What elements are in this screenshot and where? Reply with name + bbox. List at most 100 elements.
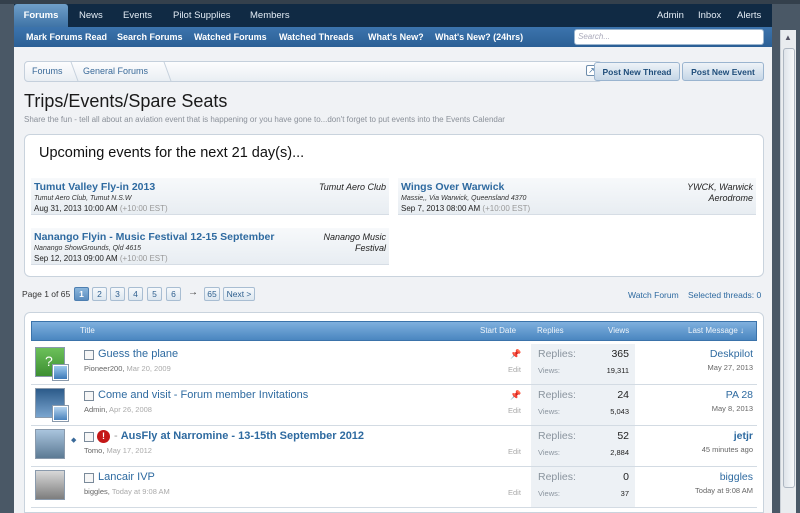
col-last-message[interactable]: Last Message ↓ (688, 322, 744, 340)
thread-title[interactable]: Guess the plane (98, 348, 178, 360)
thread-meta: Pioneer200, Mar 20, 2009 (84, 364, 171, 373)
last-message-user[interactable]: biggles (695, 471, 753, 483)
thread-list: Title Start Date Replies Views Last Mess… (24, 312, 764, 513)
watched-threads-link[interactable]: Watched Threads (279, 27, 354, 47)
page-scrollbar[interactable]: ▲ (780, 30, 796, 513)
page-3-link[interactable]: 3 (110, 287, 125, 301)
watch-forum-link[interactable]: Watch Forum (628, 290, 679, 300)
upcoming-events-panel: Upcoming events for the next 21 day(s)..… (24, 134, 764, 277)
event-location: Tumut Aero Club, Tumut N.S.W (34, 195, 132, 202)
thread-meta: Tomo, May 17, 2012 (84, 446, 152, 455)
thread-stats: Replies: 52 Views: 2,884 (531, 426, 635, 466)
search-forums-link[interactable]: Search Forums (117, 27, 183, 47)
table-row[interactable]: Come and visit - Forum member Invitation… (31, 385, 757, 426)
thread-stats: Replies: 365 Views: 19,311 (531, 344, 635, 384)
edit-link[interactable]: Edit (508, 365, 521, 374)
pagination-skip-arrow: → (188, 287, 198, 298)
last-message-time[interactable]: Today at 9:08 AM (695, 486, 753, 495)
thread-title[interactable]: Lancair IVP (98, 471, 155, 483)
table-row[interactable]: ? Guess the plane Pioneer200, Mar 20, 20… (31, 344, 757, 385)
edit-link[interactable]: Edit (508, 406, 521, 415)
event-organizer: Tumut Aero Club (318, 182, 386, 192)
breadcrumb: Forums General Forums ↗ (24, 61, 602, 82)
page-65-link[interactable]: 65 (204, 287, 220, 301)
event-item[interactable]: Nanango Flyin - Music Festival 12-15 Sep… (31, 228, 389, 265)
page-6-link[interactable]: 6 (166, 287, 181, 301)
page-4-link[interactable]: 4 (128, 287, 143, 301)
breadcrumb-general-forums[interactable]: General Forums (83, 62, 148, 81)
event-item[interactable]: Tumut Valley Fly-in 2013 Tumut Aero Club… (31, 178, 389, 215)
event-date: Aug 31, 2013 10:00 AM (+10:00 EST) (34, 204, 168, 213)
event-date: Sep 7, 2013 08:00 AM (+10:00 EST) (401, 204, 531, 213)
thread-title[interactable]: - AusFly at Narromine - 13-15th Septembe… (114, 430, 364, 442)
thread-checkbox[interactable] (84, 473, 94, 483)
thread-stats: Replies: 0 Views: 37 (531, 467, 635, 507)
event-title[interactable]: Nanango Flyin - Music Festival 12-15 Sep… (34, 231, 274, 243)
nav-inbox[interactable]: Inbox (689, 4, 730, 27)
breadcrumb-separator (61, 62, 79, 81)
post-new-thread-button[interactable]: Post New Thread (594, 62, 680, 81)
event-date: Sep 12, 2013 09:00 AM (+10:00 EST) (34, 254, 168, 263)
edit-link[interactable]: Edit (508, 488, 521, 497)
tab-members[interactable]: Members (241, 4, 299, 27)
secondary-nav: Mark Forums Read Search Forums Watched F… (14, 27, 772, 47)
last-message-time[interactable]: May 27, 2013 (708, 363, 753, 372)
col-start-date[interactable]: Start Date (480, 322, 516, 340)
unread-indicator-icon[interactable]: ◆ (71, 436, 76, 444)
avatar-mini[interactable] (53, 365, 68, 380)
tab-news[interactable]: News (70, 4, 112, 27)
page-title: Trips/Events/Spare Seats (24, 91, 228, 111)
event-location: Massie,, Via Warwick, Queensland 4370 (401, 195, 527, 202)
page-1-link[interactable]: 1 (74, 287, 89, 301)
avatar-mini[interactable] (53, 406, 68, 421)
thread-checkbox[interactable] (84, 391, 94, 401)
last-message-user[interactable]: Deskpilot (708, 348, 753, 360)
breadcrumb-forums[interactable]: Forums (32, 62, 63, 81)
nav-admin[interactable]: Admin (648, 4, 693, 27)
pin-icon: 📌 (510, 390, 522, 400)
selected-threads-link[interactable]: Selected threads: 0 (688, 290, 761, 300)
search-input[interactable]: Search... (574, 29, 764, 45)
next-page-button[interactable]: Next > (223, 287, 255, 301)
page-5-link[interactable]: 5 (147, 287, 162, 301)
whats-new-link[interactable]: What's New? (368, 27, 424, 47)
col-views[interactable]: Views (608, 322, 629, 340)
tab-events[interactable]: Events (114, 4, 161, 27)
thread-meta: biggles, Today at 9:08 AM (84, 487, 170, 496)
page-2-link[interactable]: 2 (92, 287, 107, 301)
nav-alerts[interactable]: Alerts (728, 4, 770, 27)
watched-forums-link[interactable]: Watched Forums (194, 27, 267, 47)
col-title[interactable]: Title (80, 322, 95, 340)
event-title[interactable]: Tumut Valley Fly-in 2013 (34, 181, 155, 193)
thread-checkbox[interactable] (84, 432, 94, 442)
thread-checkbox[interactable] (84, 350, 94, 360)
event-organizer: Nanango Music Festival (323, 232, 386, 253)
whats-new-24hrs-link[interactable]: What's New? (24hrs) (435, 27, 523, 47)
table-row[interactable]: ◆ ! - AusFly at Narromine - 13-15th Sept… (31, 426, 757, 467)
avatar[interactable] (35, 470, 65, 500)
col-replies[interactable]: Replies (537, 322, 564, 340)
scroll-up-icon[interactable]: ▲ (784, 33, 792, 42)
post-new-event-button[interactable]: Post New Event (682, 62, 764, 81)
thread-stats: Replies: 24 Views: 5,043 (531, 385, 635, 425)
avatar[interactable] (35, 429, 65, 459)
event-item[interactable]: Wings Over Warwick Massie,, Via Warwick,… (398, 178, 756, 215)
last-message-user[interactable]: jetjr (702, 430, 753, 442)
mark-forums-read-link[interactable]: Mark Forums Read (26, 27, 107, 47)
thread-meta: Admin, Apr 26, 2008 (84, 405, 152, 414)
page-label: Page 1 of 65 (22, 289, 71, 299)
tab-pilot-supplies[interactable]: Pilot Supplies (164, 4, 240, 27)
events-heading: Upcoming events for the next 21 day(s)..… (39, 145, 305, 161)
edit-link[interactable]: Edit (508, 447, 521, 456)
last-message: Deskpilot May 27, 2013 (708, 348, 753, 372)
thread-title[interactable]: Come and visit - Forum member Invitation… (98, 389, 308, 401)
event-title[interactable]: Wings Over Warwick (401, 181, 504, 193)
last-message-time[interactable]: 45 minutes ago (702, 445, 753, 454)
scrollbar-thumb[interactable] (783, 48, 795, 488)
tab-forums[interactable]: Forums (14, 4, 68, 27)
last-message-user[interactable]: PA 28 (712, 389, 753, 401)
table-row[interactable]: Lancair IVP biggles, Today at 9:08 AM Ed… (31, 467, 757, 508)
main-content: Forums General Forums ↗ Post New Thread … (14, 47, 772, 513)
last-message-time[interactable]: May 8, 2013 (712, 404, 753, 413)
event-location: Nanango ShowGrounds, Qld 4615 (34, 245, 142, 252)
